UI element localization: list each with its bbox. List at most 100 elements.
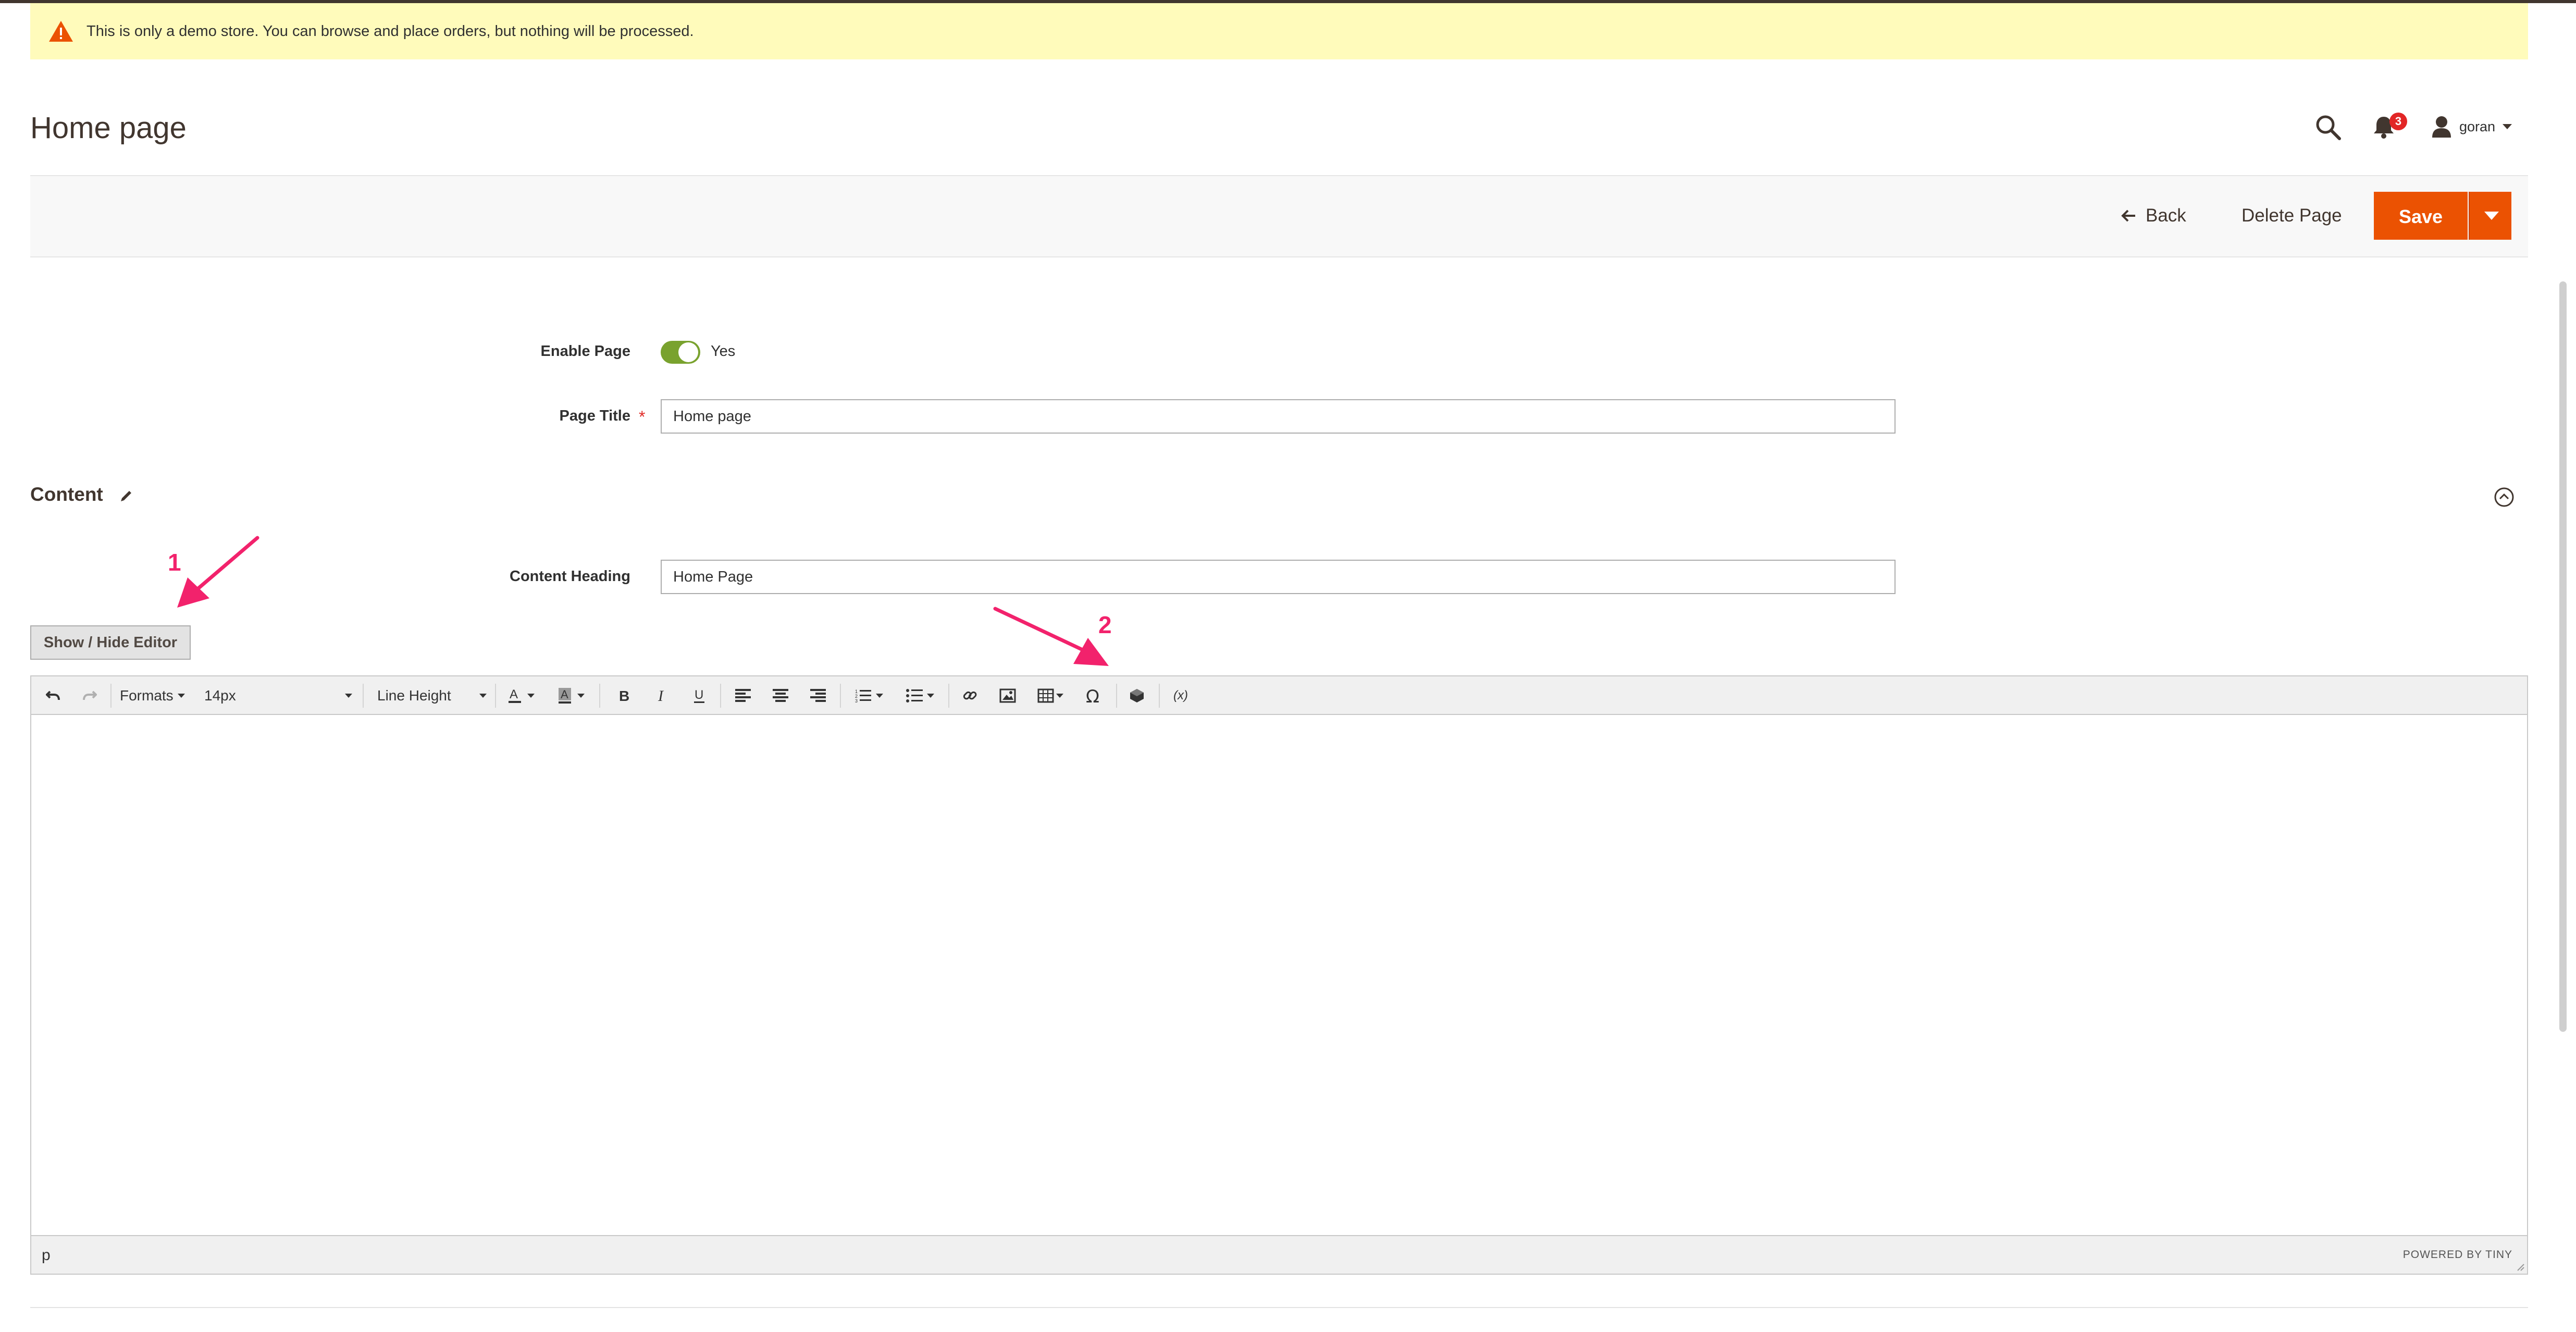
numbered-list-icon: 123 bbox=[855, 689, 871, 703]
background-color-button[interactable]: A bbox=[550, 684, 592, 708]
italic-button[interactable]: I bbox=[647, 684, 676, 708]
svg-text:Ω: Ω bbox=[1086, 687, 1099, 705]
align-left-button[interactable] bbox=[727, 684, 759, 708]
align-center-icon bbox=[773, 689, 788, 702]
chevron-down-icon bbox=[2503, 124, 2512, 129]
formats-label: Formats bbox=[120, 687, 174, 704]
toolbar-separator bbox=[720, 684, 721, 708]
insert-table-button[interactable] bbox=[1031, 684, 1070, 708]
omega-icon: Ω bbox=[1086, 687, 1099, 705]
toolbar-separator bbox=[363, 684, 364, 708]
toolbar-separator bbox=[948, 684, 949, 708]
chevron-down-icon bbox=[876, 694, 883, 698]
redo-button[interactable] bbox=[76, 684, 103, 708]
svg-text:U: U bbox=[695, 688, 703, 702]
toolbar-separator bbox=[1159, 684, 1160, 708]
widget-icon bbox=[1130, 689, 1144, 702]
wysiwyg-editor: Formats 14px Line Height A A B I U 1 2 3… bbox=[30, 675, 2528, 1275]
chevron-down-icon bbox=[1056, 694, 1063, 698]
underline-button[interactable]: U bbox=[685, 684, 714, 708]
font-size-value: 14px bbox=[204, 687, 236, 704]
content-heading-label: Content Heading bbox=[510, 568, 630, 585]
demo-notice-text: This is only a demo store. You can brows… bbox=[86, 23, 694, 40]
pencil-icon[interactable] bbox=[119, 488, 134, 503]
font-size-dropdown[interactable]: 14px bbox=[199, 684, 355, 708]
undo-button[interactable] bbox=[40, 684, 67, 708]
editor-toolbar: Formats 14px Line Height A A B I U 1 2 3… bbox=[31, 676, 2527, 715]
redo-icon bbox=[83, 690, 97, 700]
image-icon bbox=[999, 688, 1016, 703]
delete-page-button[interactable]: Delete Page bbox=[2241, 196, 2342, 236]
chevron-down-icon bbox=[479, 694, 487, 698]
bullet-list-button[interactable] bbox=[898, 684, 942, 708]
line-height-dropdown[interactable]: Line Height bbox=[370, 684, 490, 708]
insert-widget-button[interactable] bbox=[1121, 684, 1153, 708]
formats-dropdown[interactable]: Formats bbox=[120, 684, 193, 708]
italic-icon: I bbox=[658, 688, 664, 704]
collapse-icon[interactable] bbox=[2494, 487, 2515, 508]
bullet-list-icon bbox=[906, 689, 923, 702]
powered-by-tiny[interactable]: POWERED BY TINY bbox=[2403, 1249, 2512, 1261]
link-icon bbox=[963, 691, 977, 700]
arrow-left-icon bbox=[2121, 209, 2135, 222]
background-color-icon: A bbox=[559, 688, 571, 704]
annotation-marker-1: 1 bbox=[168, 549, 181, 576]
enable-page-value: Yes bbox=[711, 343, 736, 360]
required-asterisk: * bbox=[639, 408, 646, 426]
chevron-down-icon bbox=[927, 694, 934, 698]
align-center-button[interactable] bbox=[765, 684, 796, 708]
insert-link-button[interactable] bbox=[955, 684, 986, 708]
editor-content-area[interactable] bbox=[31, 715, 2527, 1236]
annotation-marker-2: 2 bbox=[1098, 611, 1112, 638]
page-title: Home page bbox=[30, 111, 187, 145]
notifications-badge: 3 bbox=[2389, 113, 2407, 130]
show-hide-editor-button[interactable]: Show / Hide Editor bbox=[30, 625, 191, 660]
svg-text:3: 3 bbox=[855, 698, 858, 703]
warning-icon bbox=[49, 21, 73, 42]
page-title-input[interactable]: Home page bbox=[661, 399, 1896, 434]
annotation-arrow-1 bbox=[177, 536, 259, 608]
notifications-button[interactable]: 3 bbox=[2371, 113, 2407, 140]
resize-handle-icon[interactable] bbox=[2515, 1261, 2525, 1272]
special-character-button[interactable]: Ω bbox=[1078, 684, 1111, 708]
toolbar-separator bbox=[1116, 684, 1117, 708]
bold-icon: B bbox=[619, 688, 629, 704]
editor-statusbar: p POWERED BY TINY bbox=[31, 1235, 2527, 1274]
element-path[interactable]: p bbox=[42, 1247, 51, 1264]
user-menu[interactable]: goran bbox=[2431, 114, 2512, 140]
back-button[interactable]: Back bbox=[2121, 196, 2186, 236]
align-right-button[interactable] bbox=[802, 684, 834, 708]
search-icon[interactable] bbox=[2314, 114, 2342, 141]
page-title-label: Page Title bbox=[559, 408, 630, 424]
chevron-down-icon bbox=[527, 694, 535, 698]
numbered-list-button[interactable]: 123 bbox=[847, 684, 891, 708]
text-color-icon: A bbox=[509, 687, 521, 703]
chevron-down-icon bbox=[577, 694, 585, 698]
enable-page-toggle[interactable] bbox=[661, 341, 700, 364]
line-height-label: Line Height bbox=[377, 687, 451, 704]
insert-image-button[interactable] bbox=[992, 684, 1023, 708]
back-button-label: Back bbox=[2146, 205, 2186, 226]
user-name: goran bbox=[2459, 118, 2496, 134]
demo-notice: This is only a demo store. You can brows… bbox=[30, 3, 2528, 59]
save-options-toggle[interactable] bbox=[2469, 192, 2511, 240]
chevron-down-icon bbox=[177, 694, 185, 698]
enable-page-label: Enable Page bbox=[540, 343, 630, 360]
content-heading-input[interactable]: Home Page bbox=[661, 560, 1896, 594]
toolbar-separator bbox=[840, 684, 841, 708]
toolbar-separator bbox=[599, 684, 600, 708]
bold-button[interactable]: B bbox=[610, 684, 639, 708]
save-button[interactable]: Save bbox=[2374, 192, 2468, 240]
svg-text:A: A bbox=[561, 688, 568, 701]
page-scrollbar[interactable] bbox=[2559, 281, 2567, 1032]
chevron-down-icon bbox=[345, 694, 352, 698]
user-icon bbox=[2432, 116, 2451, 138]
align-right-icon bbox=[810, 689, 826, 702]
insert-variable-button[interactable]: (x) bbox=[1165, 684, 1196, 708]
chevron-down-icon bbox=[2484, 212, 2499, 220]
underline-icon: U bbox=[694, 688, 704, 703]
svg-text:I: I bbox=[658, 688, 664, 704]
text-color-button[interactable]: A bbox=[500, 684, 542, 708]
table-icon bbox=[1037, 688, 1054, 703]
content-section-title[interactable]: Content bbox=[30, 484, 103, 505]
